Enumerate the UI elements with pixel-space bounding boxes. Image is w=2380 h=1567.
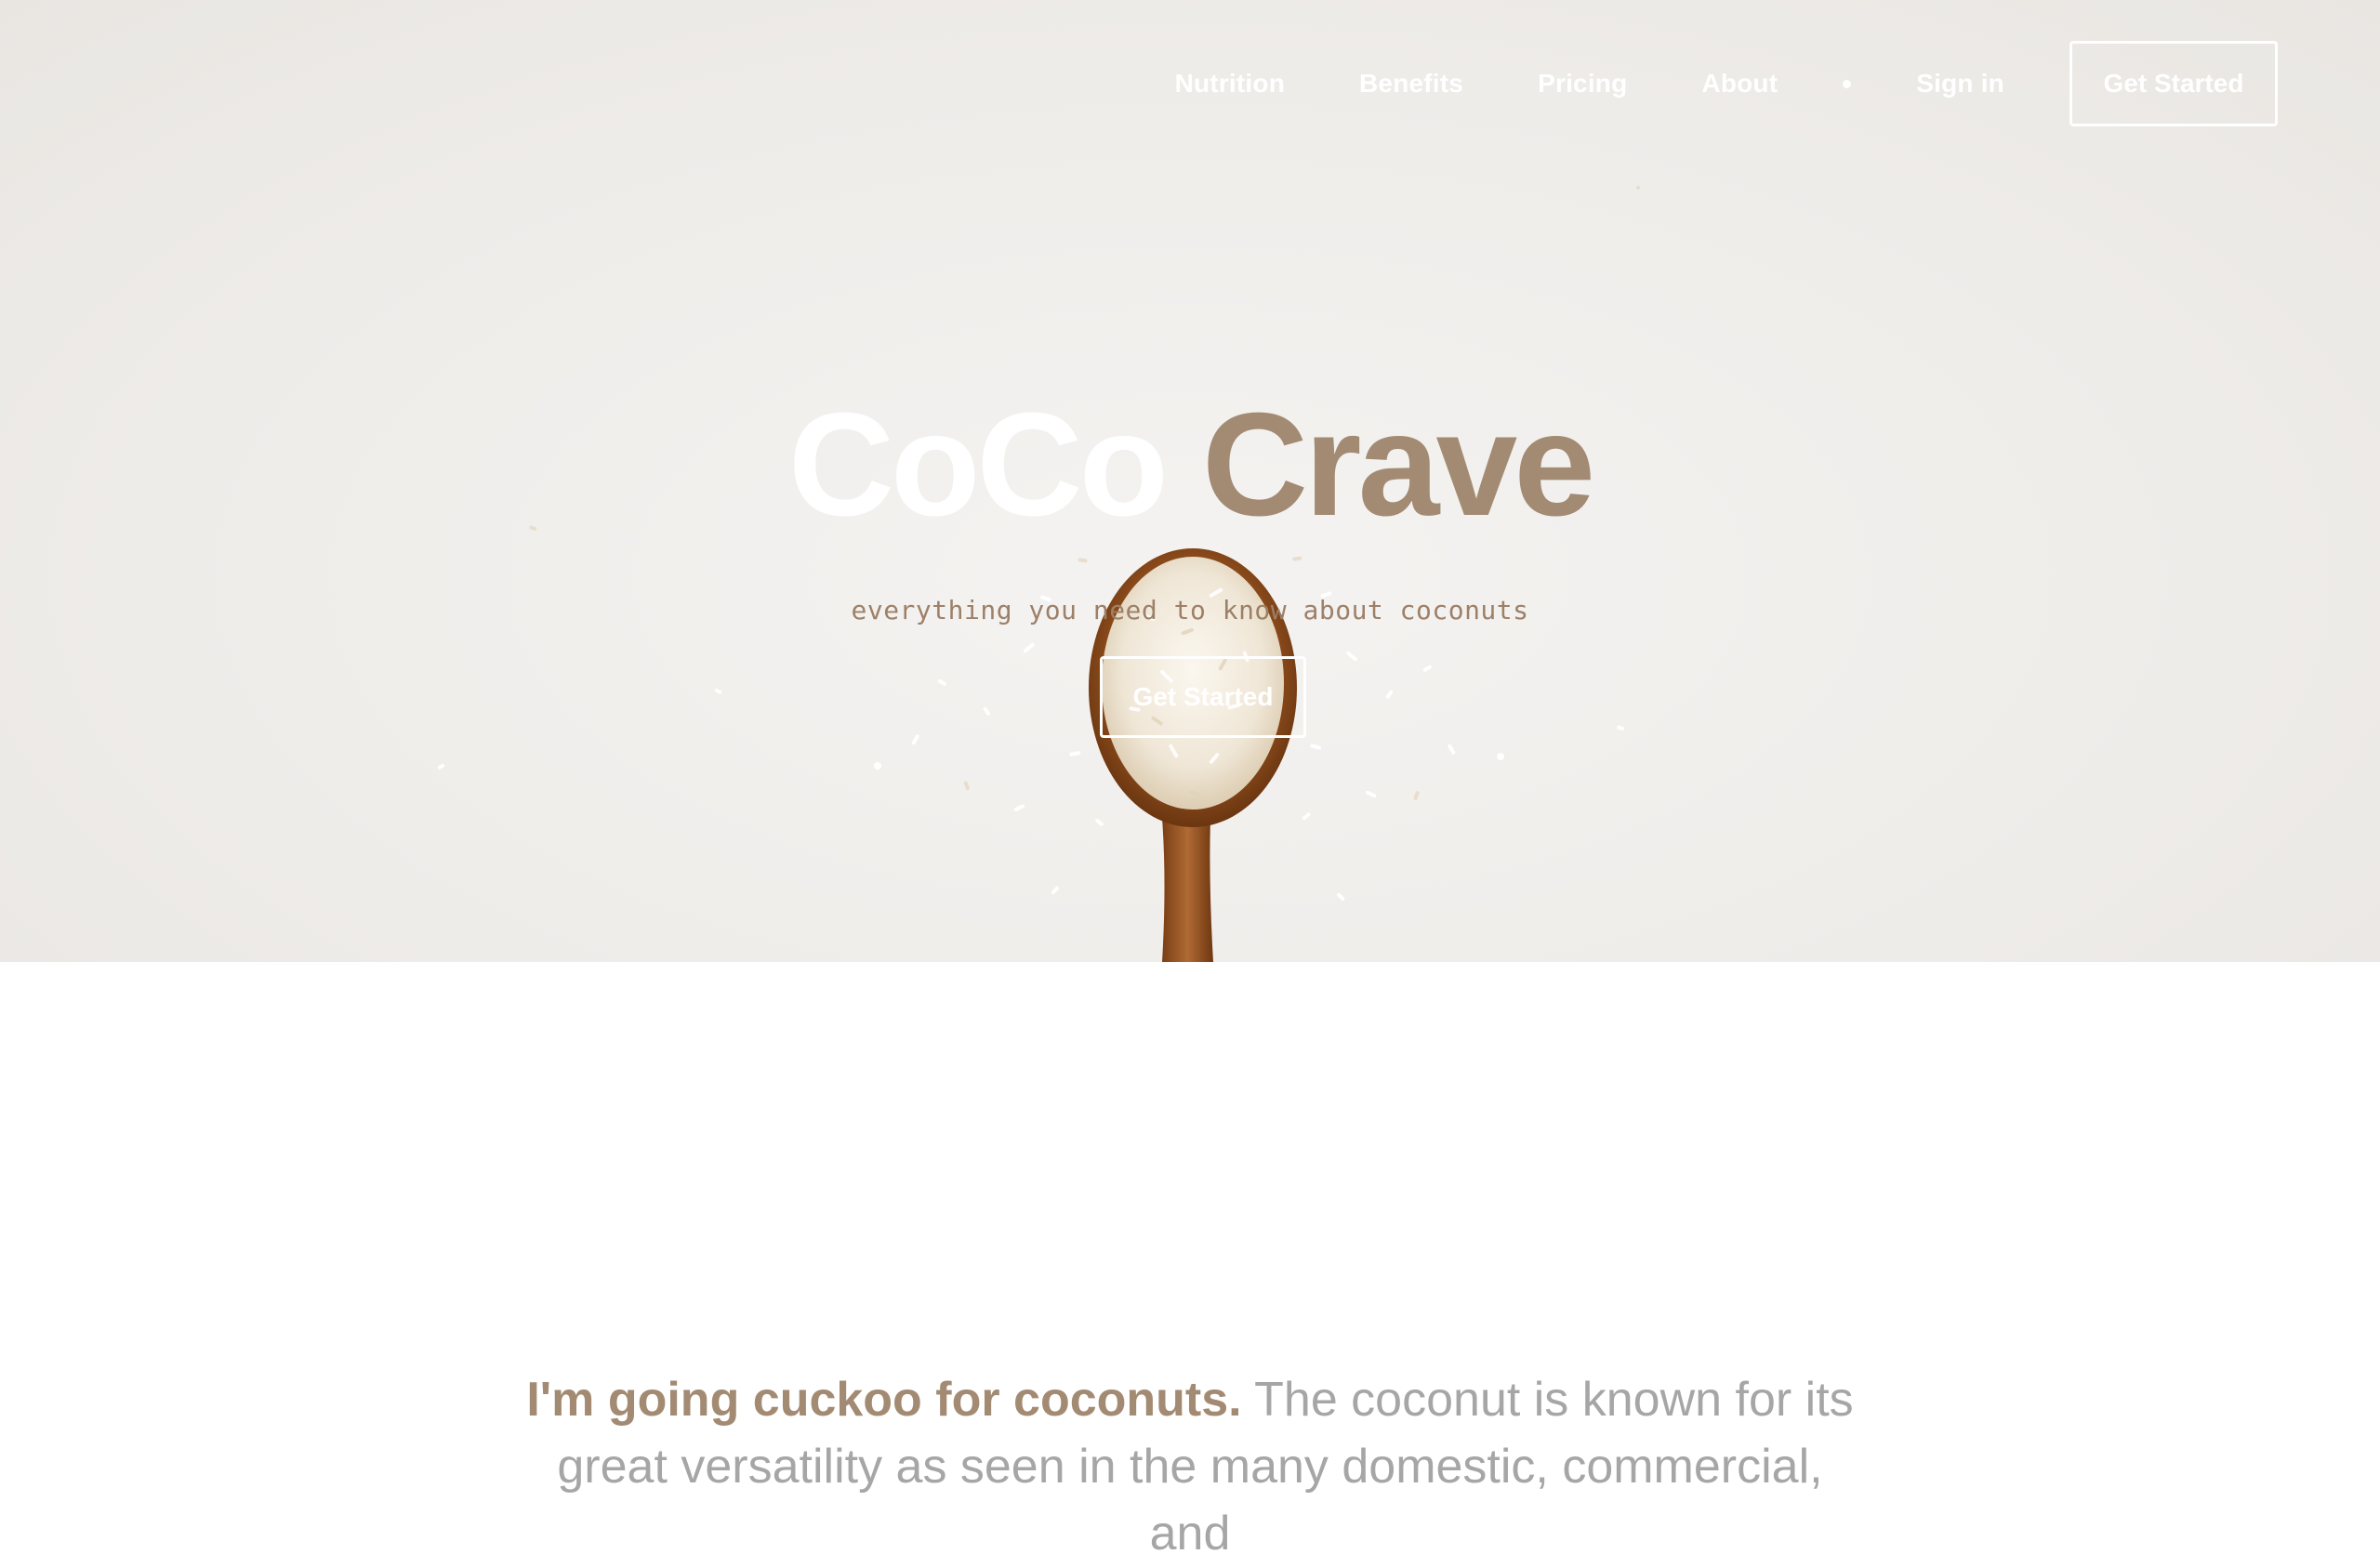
- intro-lead: I'm going cuckoo for coconuts.: [526, 1373, 1242, 1427]
- hero-get-started-button[interactable]: Get Started: [1100, 656, 1306, 738]
- coconut-flakes-icon: [437, 591, 1624, 902]
- nav-link-benefits[interactable]: Benefits: [1359, 69, 1463, 99]
- hero-title-brand: CoCo: [787, 383, 1169, 546]
- hero-title: CoCo Crave: [0, 381, 2380, 548]
- intro-paragraph: I'm going cuckoo for coconuts. The cocon…: [521, 1366, 1859, 1567]
- nav-link-nutrition[interactable]: Nutrition: [1175, 69, 1285, 99]
- top-nav: Nutrition Benefits Pricing About Sign in…: [1175, 41, 2278, 126]
- dot-icon: [1843, 79, 1852, 88]
- nav-link-pricing[interactable]: Pricing: [1538, 69, 1627, 99]
- hero-section: Nutrition Benefits Pricing About Sign in…: [0, 0, 2380, 962]
- hero-tagline: everything you need to know about coconu…: [851, 595, 1529, 625]
- nav-get-started-button[interactable]: Get Started: [2069, 41, 2278, 126]
- nav-link-about[interactable]: About: [1701, 69, 1778, 99]
- sign-in-link[interactable]: Sign in: [1916, 69, 2004, 99]
- hero-title-accent: Crave: [1201, 383, 1595, 546]
